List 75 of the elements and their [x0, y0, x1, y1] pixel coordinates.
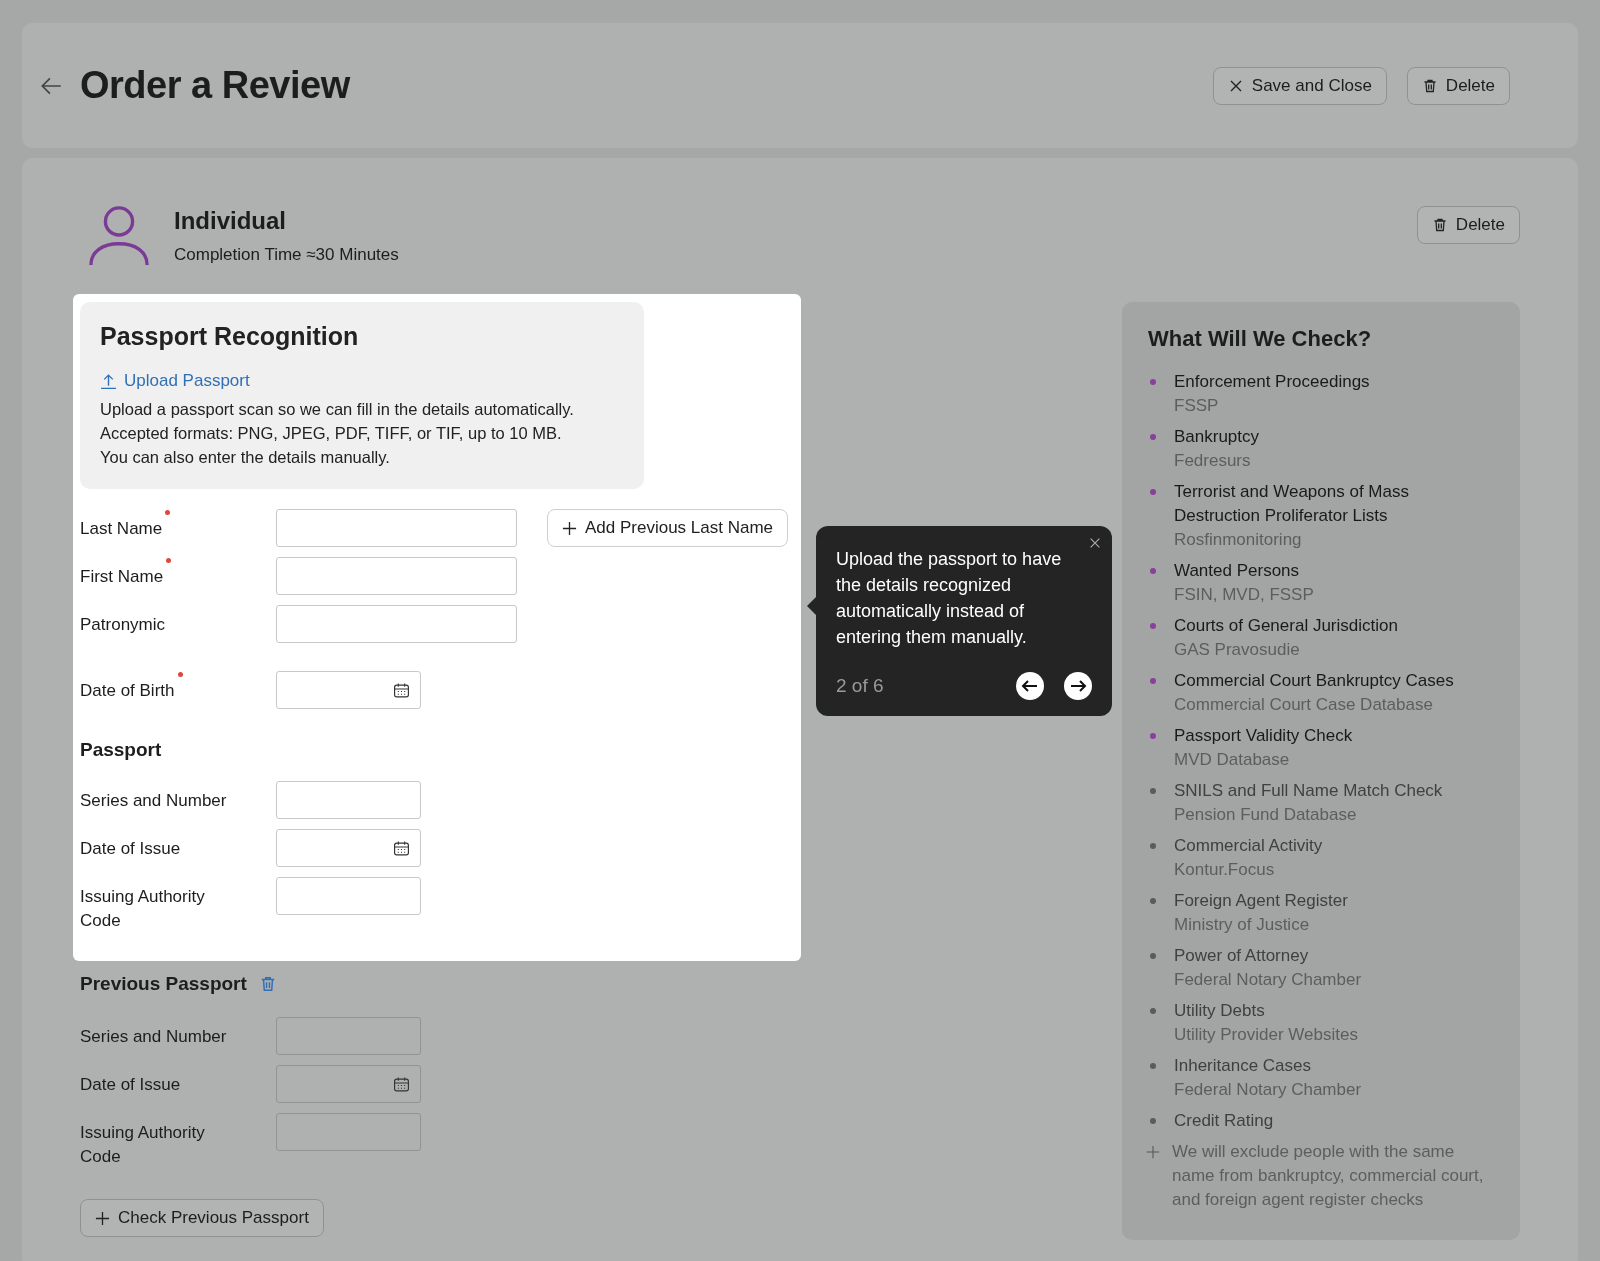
input-field[interactable]	[276, 671, 421, 709]
field-label: First Name	[80, 566, 164, 588]
check-name: Courts of General Jurisdiction	[1174, 615, 1398, 637]
upload-passport-link[interactable]: Upload Passport	[100, 371, 250, 391]
check-source: Federal Notary Chamber	[1174, 1079, 1362, 1101]
check-name: Passport Validity Check	[1174, 725, 1353, 747]
save-and-close-button[interactable]: Save and Close	[1212, 66, 1387, 105]
check-name: Foreign Agent Register	[1174, 890, 1348, 912]
plus-icon	[562, 520, 577, 536]
check-name: Power of Attorney	[1174, 945, 1310, 967]
input-field[interactable]	[276, 605, 517, 643]
check-source: FSIN, MVD, FSSP	[1174, 584, 1314, 606]
check-source: Utility Provider Websites	[1174, 1024, 1358, 1046]
field-label: Patronymic	[80, 614, 166, 636]
input-field[interactable]	[276, 509, 517, 547]
completion-time: Completion Time ≈30 Minutes	[174, 245, 399, 265]
check-source: Kontur.Focus	[1174, 859, 1276, 881]
section-title: Previous Passport	[80, 973, 247, 995]
calendar-icon	[393, 681, 410, 699]
input-field[interactable]	[276, 877, 421, 915]
plus-icon	[95, 1210, 110, 1226]
field-label: Series and Number	[80, 790, 227, 812]
check-name: Enforcement Proceedings	[1174, 371, 1370, 393]
check-source: Ministry of Justice	[1174, 914, 1311, 936]
check-name: Bankruptcy	[1174, 426, 1260, 448]
section-title: Passport	[80, 739, 163, 761]
check-name: Terrorist and Weapons of Mass Destruction Proliferator Lists	[1174, 481, 1410, 527]
note-text: We will exclude people with the same name from bankruptcy, commercial court, and foreign agent register checks	[1172, 1141, 1485, 1211]
field-label: Issuing Authority Code	[80, 886, 206, 932]
check-name: Wanted Persons	[1174, 560, 1301, 582]
add-previous-last-name-button[interactable]: Add Previous Last Name	[547, 509, 789, 547]
check-source: Rosfinmonitoring	[1174, 529, 1303, 551]
check-source: GAS Pravosudie	[1174, 639, 1301, 661]
field-label: Last Name	[80, 518, 163, 540]
check-source: Pension Fund Database	[1174, 804, 1358, 826]
calendar-icon	[393, 839, 410, 857]
check-source: Fedresurs	[1174, 450, 1252, 472]
field-label: Series and Number	[80, 1026, 227, 1048]
calendar-icon	[393, 1075, 410, 1093]
check-source: Commercial Court Case Database	[1174, 694, 1434, 716]
checks-title: What Will We Check?	[1148, 326, 1373, 352]
check-source: Federal Notary Chamber	[1174, 969, 1362, 991]
field-label: Issuing Authority Code	[80, 1122, 206, 1168]
check-name: Inheritance Cases	[1174, 1055, 1313, 1077]
page-title: Order a Review	[80, 64, 350, 107]
recognition-title: Passport Recognition	[100, 322, 360, 351]
field-label: Date of Issue	[80, 1074, 181, 1096]
description-text: Upload a passport scan so we can fill in the details automatically.	[100, 399, 575, 420]
check-source: FSSP	[1174, 395, 1220, 417]
input-field[interactable]	[276, 1017, 421, 1055]
step-counter: 2 of 6	[836, 675, 884, 697]
subject-title: Individual	[174, 207, 287, 235]
input-field[interactable]	[276, 557, 517, 595]
delete-button[interactable]: Delete	[1406, 66, 1510, 105]
upload-icon	[100, 372, 117, 390]
input-field[interactable]	[276, 829, 421, 867]
close-icon[interactable]	[1088, 536, 1102, 550]
input-field[interactable]	[276, 1065, 421, 1103]
check-name: Commercial Activity	[1174, 835, 1323, 857]
check-name: SNILS and Full Name Match Check	[1174, 780, 1443, 802]
field-label: Date of Issue	[80, 838, 181, 860]
field-label: Date of Birth	[80, 680, 175, 702]
input-field[interactable]	[276, 781, 421, 819]
description-text: Accepted formats: PNG, JPEG, PDF, TIFF, or TIF, up to 10 MB.	[100, 423, 563, 444]
plus-icon	[1146, 1145, 1160, 1159]
check-name: Utility Debts	[1174, 1000, 1266, 1022]
check-name: Credit Rating	[1174, 1110, 1274, 1132]
person-icon	[88, 204, 150, 268]
check-previous-passport-button[interactable]: Check Previous Passport	[80, 1199, 324, 1237]
description-text: You can also enter the details manually.	[100, 447, 391, 468]
check-source: MVD Database	[1174, 749, 1291, 771]
delete-button[interactable]: Delete	[1416, 206, 1520, 244]
check-name: Commercial Court Bankruptcy Cases	[1174, 670, 1454, 692]
input-field[interactable]	[276, 1113, 421, 1151]
tooltip-text: Upload the passport to have the details recognized automatically instead of entering them manually.	[836, 548, 1063, 649]
